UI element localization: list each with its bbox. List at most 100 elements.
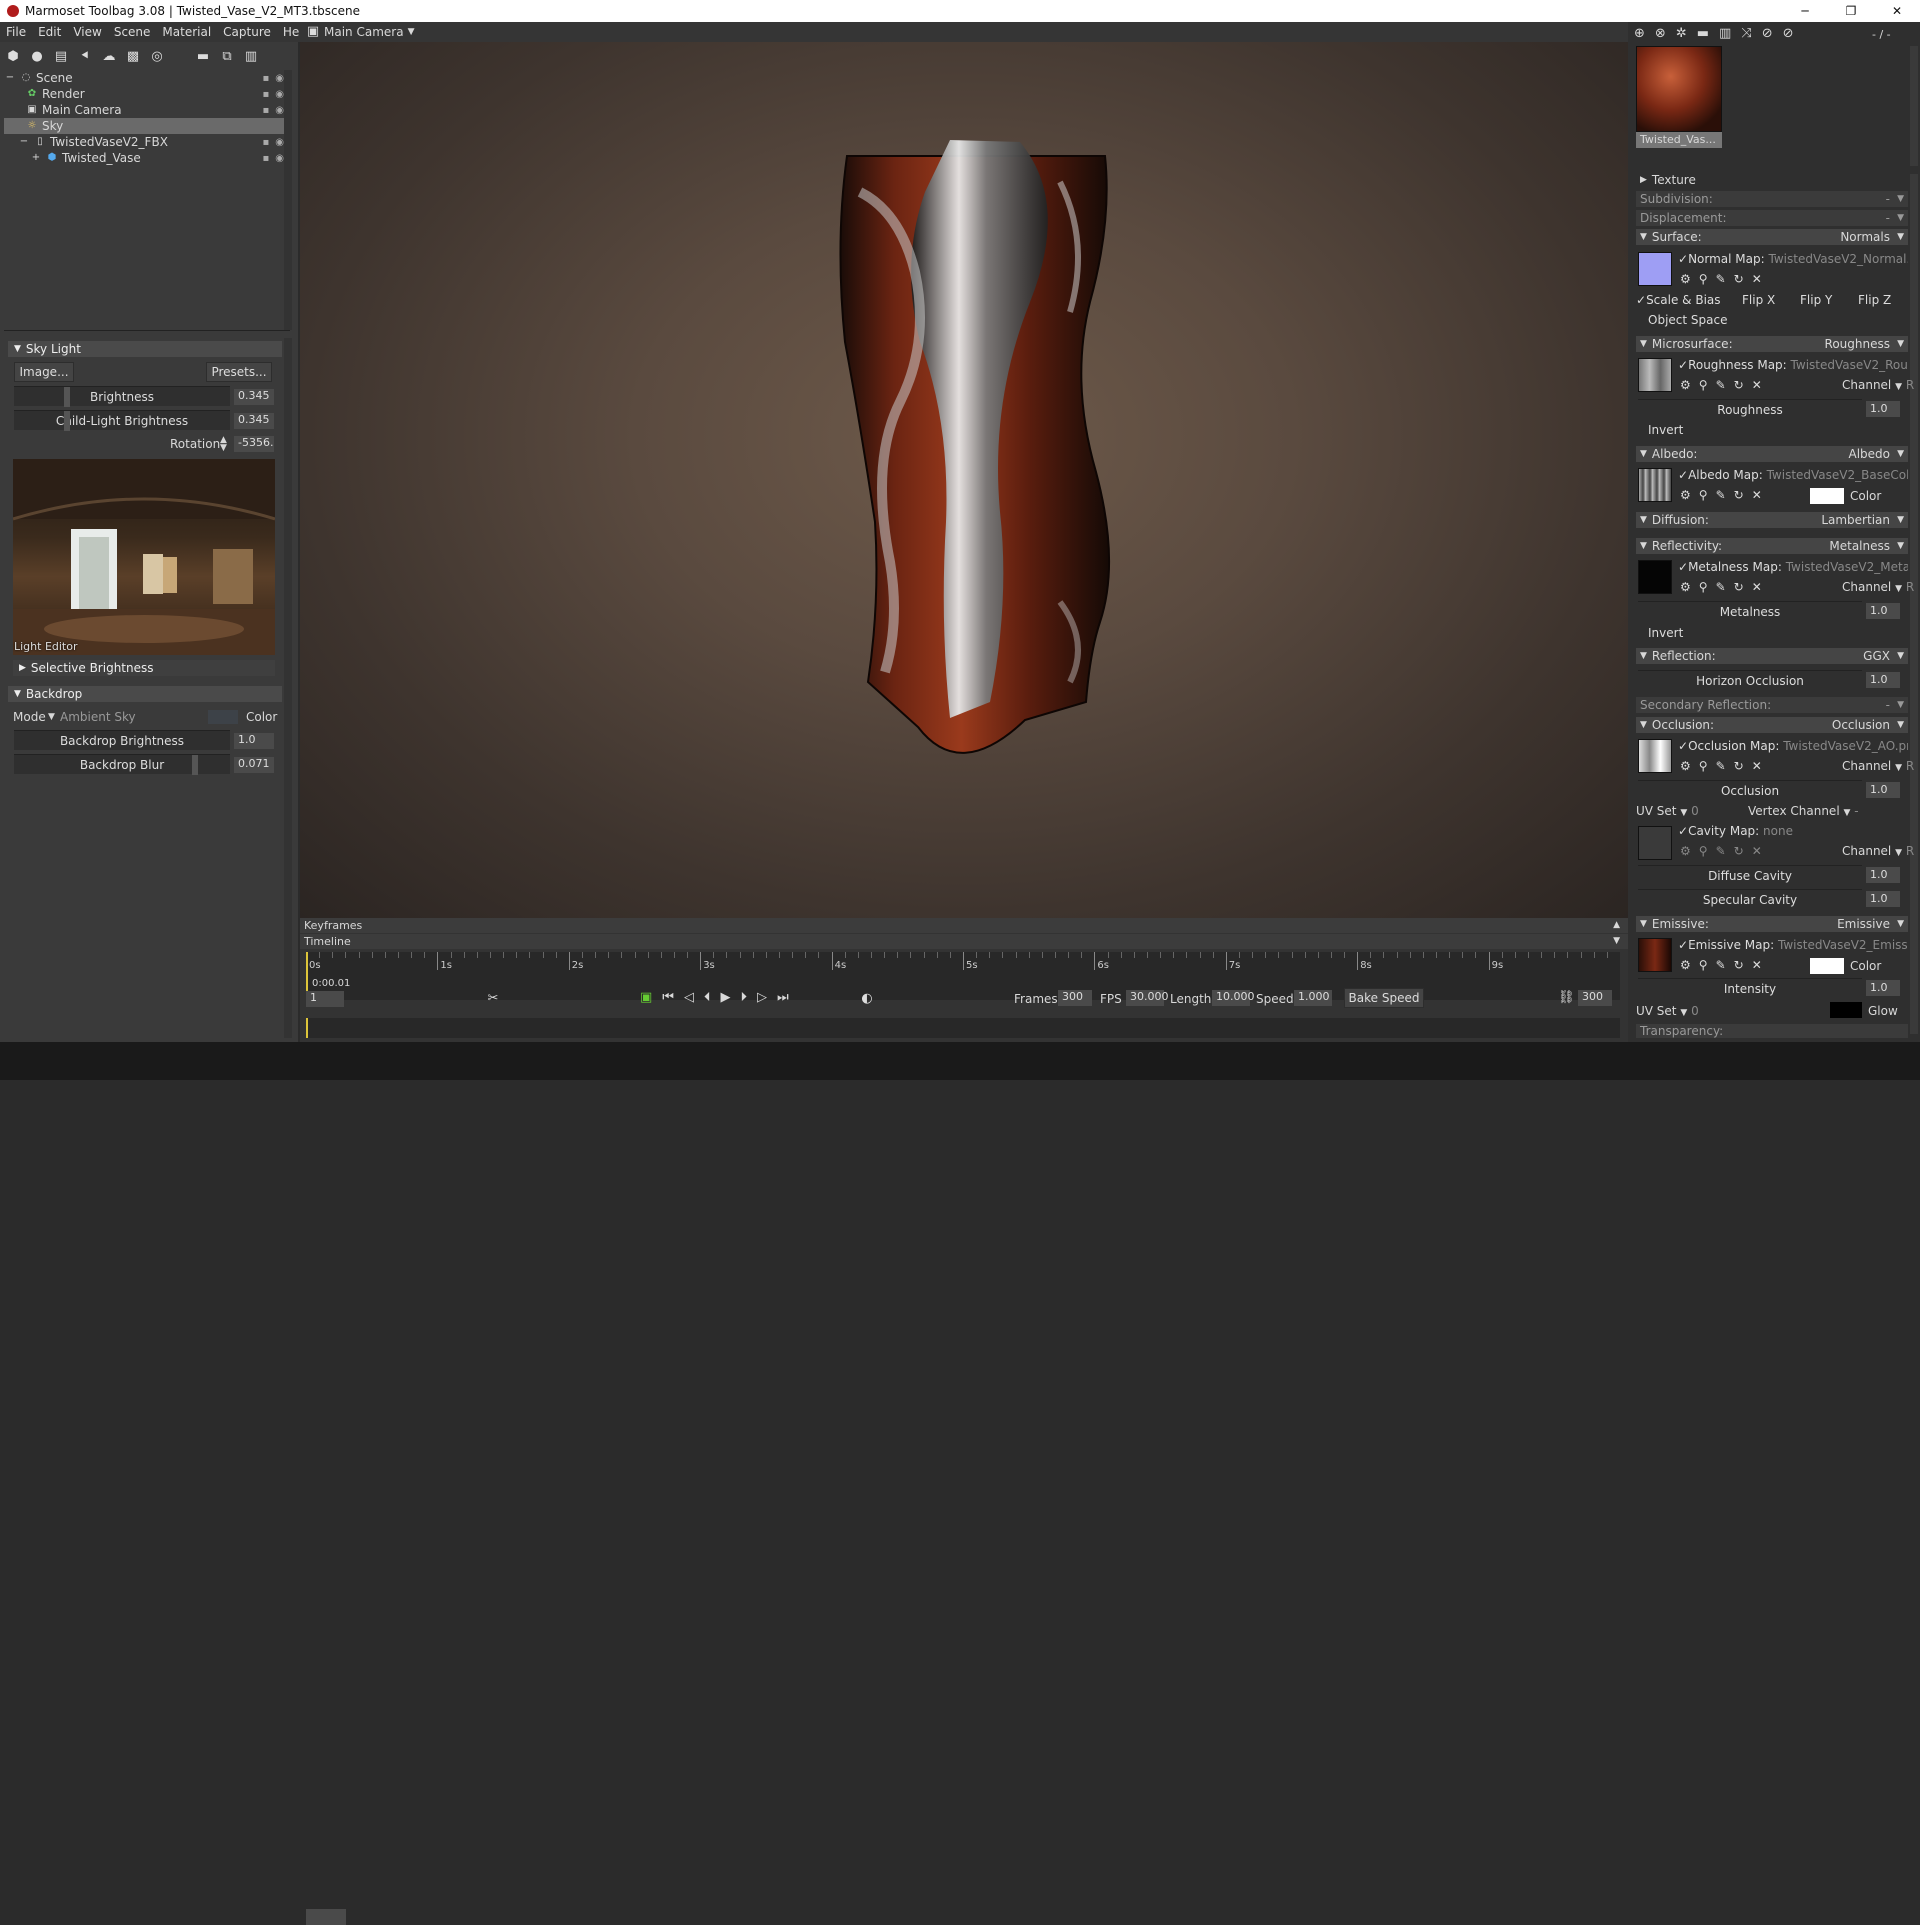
tree-item-fbx[interactable]: − ▯ TwistedVaseV2_FBX ▪ ◉: [4, 134, 288, 150]
diffuse-cavity-slider[interactable]: Diffuse Cavity: [1638, 865, 1862, 885]
horizon-occlusion-slider[interactable]: Horizon Occlusion: [1638, 670, 1862, 690]
frame-field[interactable]: [306, 1909, 346, 1925]
emissive-map-thumbnail[interactable]: [1638, 938, 1672, 972]
eye-icon[interactable]: ◉: [275, 137, 284, 148]
lock-icon[interactable]: ▪: [262, 137, 269, 148]
lock-icon[interactable]: ▪: [262, 89, 269, 100]
duplicate-material-icon[interactable]: ⊗: [1655, 26, 1666, 41]
flip-z-checkbox[interactable]: Flip Z: [1858, 293, 1891, 307]
eyedropper-icon[interactable]: ⊘: [1762, 26, 1773, 41]
search-icon[interactable]: ⚲: [1699, 378, 1708, 392]
menu-view[interactable]: View: [67, 25, 107, 39]
backdrop-blur-slider[interactable]: Backdrop Blur: [14, 754, 230, 775]
presets-button[interactable]: Presets...: [206, 362, 272, 382]
albedo-color-swatch[interactable]: [1810, 488, 1844, 504]
scrollbar[interactable]: [1910, 46, 1918, 166]
search-icon[interactable]: ⚲: [1699, 958, 1708, 972]
picker-icon[interactable]: ⤨: [1741, 26, 1751, 41]
loop-icon[interactable]: ▣: [640, 990, 652, 1005]
scrollbar[interactable]: [284, 338, 292, 1038]
menu-file[interactable]: File: [0, 25, 32, 39]
brightness-slider[interactable]: Brightness: [14, 386, 230, 407]
emissive-map-row[interactable]: ✓Emissive Map: TwistedVaseV2_Emissive.p: [1678, 938, 1908, 952]
timeline-header[interactable]: Timeline ▼: [300, 934, 1628, 949]
next-frame-icon[interactable]: ⏵: [741, 990, 748, 1005]
tree-item-scene[interactable]: − ◌ Scene ▪ ◉: [4, 70, 288, 86]
subdivision-header[interactable]: Subdivision: - ▼: [1636, 191, 1908, 207]
checkbox[interactable]: ✓: [1678, 252, 1688, 266]
reload-icon[interactable]: ↻: [1734, 488, 1744, 502]
menu-edit[interactable]: Edit: [32, 25, 67, 39]
close-icon[interactable]: ✕: [1752, 958, 1762, 972]
cavity-map-row[interactable]: ✓Cavity Map: none: [1678, 824, 1908, 838]
sphere-icon[interactable]: ◎: [150, 50, 164, 64]
invert-checkbox[interactable]: Invert: [1636, 626, 1908, 640]
gear-icon[interactable]: ⚙: [1680, 844, 1691, 858]
microsurface-header[interactable]: ▼ Microsurface: Roughness ▼: [1636, 336, 1908, 352]
color-swatch[interactable]: [208, 710, 238, 724]
bake-speed-button[interactable]: Bake Speed: [1344, 988, 1424, 1008]
add-material-icon[interactable]: ⊕: [1634, 26, 1645, 41]
secondary-reflection-header[interactable]: Secondary Reflection: - ▼: [1636, 697, 1908, 713]
transparency-header[interactable]: Transparency:: [1636, 1024, 1908, 1038]
slider-handle[interactable]: [64, 387, 70, 407]
frames-field[interactable]: 300: [1058, 990, 1092, 1006]
channel-dropdown[interactable]: Channel ▼ R: [1842, 378, 1914, 392]
emissive-header[interactable]: ▼ Emissive: Emissive ▼: [1636, 916, 1908, 932]
uv-set-dropdown[interactable]: UV Set ▼ 0: [1636, 804, 1699, 818]
pencil-icon[interactable]: ✎: [1716, 580, 1726, 594]
end-frame-field[interactable]: 300: [1578, 990, 1612, 1006]
search-icon[interactable]: ⚲: [1699, 488, 1708, 502]
metalness-map-thumbnail[interactable]: [1638, 560, 1672, 594]
image-button[interactable]: Image...: [14, 362, 74, 382]
close-icon[interactable]: ✕: [1752, 759, 1762, 773]
pencil-icon[interactable]: ✎: [1716, 958, 1726, 972]
eye-icon[interactable]: ◉: [275, 153, 284, 164]
gear-icon[interactable]: ⚙: [1680, 580, 1691, 594]
reload-icon[interactable]: ↻: [1734, 580, 1744, 594]
lock-icon[interactable]: ▪: [262, 73, 269, 84]
surface-header[interactable]: ▼ Surface: Normals ▼: [1636, 229, 1908, 245]
roughness-field[interactable]: 1.0: [1866, 401, 1900, 417]
search-icon[interactable]: ⚲: [1699, 759, 1708, 773]
collapse-icon[interactable]: −: [18, 136, 30, 148]
object-space-checkbox[interactable]: Object Space: [1636, 313, 1908, 327]
scrollbar[interactable]: [284, 70, 292, 330]
spinner-icon[interactable]: ▲ ▼: [220, 436, 227, 453]
backdrop-header[interactable]: ▼ Backdrop: [8, 686, 282, 702]
menu-material[interactable]: Material: [156, 25, 217, 39]
material-name[interactable]: Twisted_Vas...: [1636, 132, 1722, 148]
reload-icon[interactable]: ↻: [1734, 272, 1744, 286]
scissors-icon[interactable]: ✂: [486, 991, 500, 1006]
skip-end-icon[interactable]: ⏭: [777, 990, 789, 1005]
skip-start-icon[interactable]: ⏮: [662, 990, 674, 1005]
viewport[interactable]: [300, 42, 1628, 918]
occlusion-header[interactable]: ▼ Occlusion: Occlusion ▼: [1636, 717, 1908, 733]
reflection-header[interactable]: ▼ Reflection: GGX ▼: [1636, 648, 1908, 664]
light-icon[interactable]: ●: [30, 50, 44, 64]
emissive-color-swatch[interactable]: [1810, 958, 1844, 974]
child-brightness-slider[interactable]: Child-Light Brightness: [14, 410, 230, 431]
folder-icon[interactable]: ▬: [196, 50, 210, 64]
normal-map-row[interactable]: ✓Normal Map: TwistedVaseV2_Normal.png: [1678, 252, 1908, 266]
glow-color-swatch[interactable]: [1830, 1002, 1862, 1018]
close-icon[interactable]: ✕: [1752, 580, 1762, 594]
menu-scene[interactable]: Scene: [108, 25, 157, 39]
eye-icon[interactable]: ◉: [275, 105, 284, 116]
play-icon[interactable]: ▶: [721, 990, 731, 1005]
link-icon[interactable]: ⛓: [1558, 990, 1575, 1005]
scale-bias-checkbox[interactable]: ✓: [1636, 293, 1646, 307]
close-icon[interactable]: ✕: [1752, 488, 1762, 502]
metalness-field[interactable]: 1.0: [1866, 603, 1900, 619]
backdrop-brightness-slider[interactable]: Backdrop Brightness: [14, 730, 230, 750]
flip-x-checkbox[interactable]: Flip X: [1742, 293, 1775, 307]
tree-item-twisted-vase[interactable]: + ⬢ Twisted_Vase ▪ ◉: [4, 150, 288, 166]
pencil-icon[interactable]: ✎: [1716, 488, 1726, 502]
lock-icon[interactable]: ▪: [262, 153, 269, 164]
specular-cavity-field[interactable]: 1.0: [1866, 891, 1900, 907]
slider-handle[interactable]: [64, 411, 70, 431]
search-icon[interactable]: ⚲: [1699, 272, 1708, 286]
intensity-slider[interactable]: Intensity: [1638, 978, 1862, 998]
length-field[interactable]: 10.000: [1212, 990, 1255, 1006]
gear-icon[interactable]: ⚙: [1680, 378, 1691, 392]
